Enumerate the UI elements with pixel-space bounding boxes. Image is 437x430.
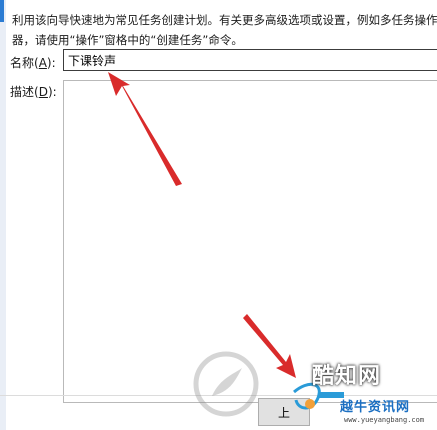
brand-url-cn: 越牛资讯网: [340, 400, 411, 415]
brand-name: 酷知网: [312, 364, 382, 389]
swirl-logo-icon: [193, 351, 259, 417]
description-line-1: 利用该向导快速地为常见任务创建计划。有关更多高级选项或设置，例如多任务操作: [12, 13, 437, 27]
wizard-description: 利用该向导快速地为常见任务创建计划。有关更多高级选项或设置，例如多任务操作 器，…: [12, 10, 437, 50]
description-line-2: 器，请使用“操作”窗格中的“创建任务”命令。: [12, 33, 243, 47]
brand-url: www.yueyangbang.com: [344, 416, 425, 424]
name-input[interactable]: [63, 49, 437, 71]
left-accent-strip: [0, 0, 6, 430]
description-label: 描述(D):: [10, 85, 57, 99]
name-label: 名称(A):: [10, 56, 56, 70]
